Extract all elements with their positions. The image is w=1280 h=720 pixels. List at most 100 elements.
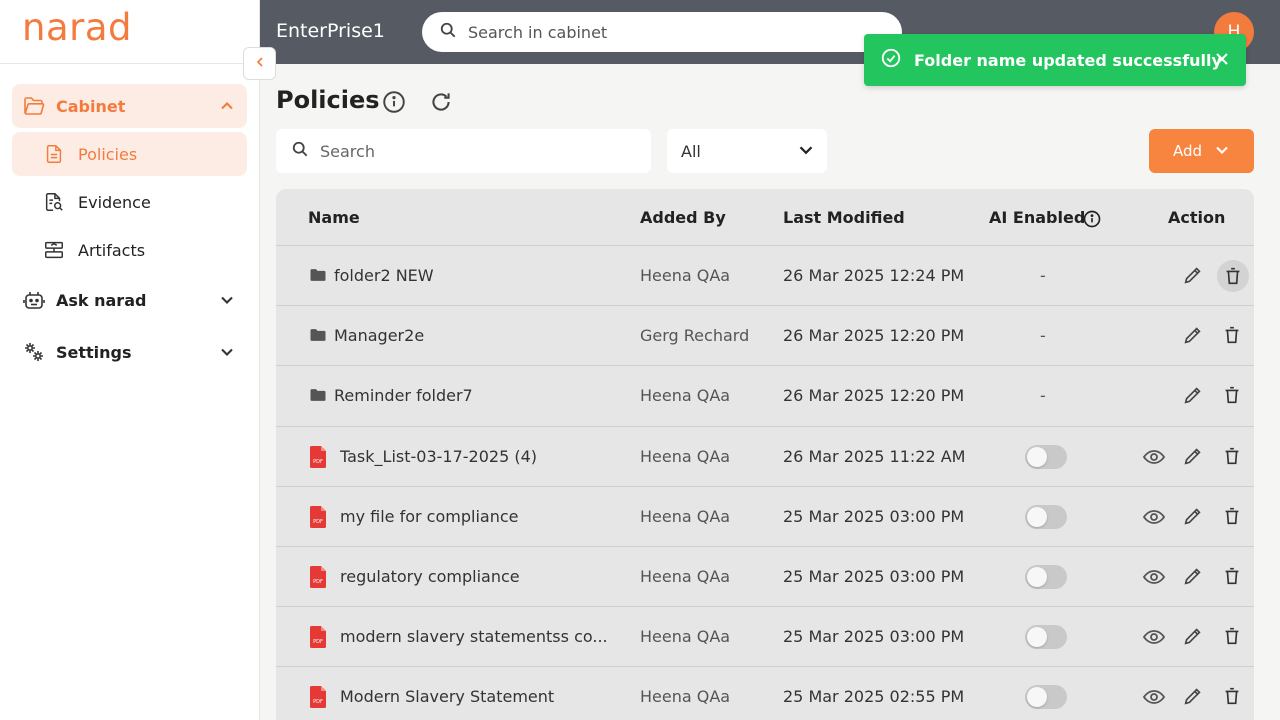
edit-icon[interactable] [1182, 324, 1204, 350]
sidebar-item-label: Ask narad [56, 290, 147, 310]
sidebar-item-cabinet[interactable]: Cabinet [12, 84, 247, 128]
policies-table: Name Added By Last Modified AI Enabled A… [276, 189, 1254, 720]
ai-enabled-toggle[interactable] [1025, 444, 1067, 469]
edit-icon[interactable] [1182, 565, 1204, 591]
row-ai-enabled: - [1040, 326, 1046, 346]
select-value: All [681, 141, 701, 161]
row-name[interactable]: Task_List-03-17-2025 (4) [340, 447, 537, 466]
header-name[interactable]: Name [308, 208, 360, 227]
delete-icon[interactable] [1221, 685, 1243, 711]
row-name[interactable]: my file for compliance [340, 507, 518, 526]
search-icon [438, 20, 458, 44]
row-added-by: Heena QAa [640, 446, 731, 466]
edit-icon[interactable] [1182, 625, 1204, 651]
ai-enabled-toggle[interactable] [1025, 625, 1067, 650]
row-last-modified: 25 Mar 2025 03:00 PM [783, 627, 965, 647]
chevron-down-icon [217, 342, 237, 366]
toast-message: Folder name updated successfully [914, 50, 1222, 70]
policy-search[interactable] [276, 129, 651, 173]
cabinet-search-input[interactable] [468, 22, 868, 42]
table-row[interactable]: PDF regulatory compliance Heena QAa 25 Mar … [276, 547, 1254, 608]
row-added-by: Heena QAa [640, 566, 731, 586]
svg-text:PDF: PDF [313, 699, 323, 705]
row-ai-enabled: - [1040, 386, 1046, 406]
row-name[interactable]: regulatory compliance [340, 567, 520, 586]
ai-enabled-toggle[interactable] [1025, 504, 1067, 529]
row-added-by: Heena QAa [640, 266, 731, 285]
svg-text:PDF: PDF [313, 459, 323, 465]
artifacts-icon [42, 238, 66, 262]
delete-icon[interactable] [1221, 565, 1243, 591]
logo[interactable]: narad [22, 8, 259, 48]
sidebar-item-label: Artifacts [78, 240, 146, 260]
info-icon[interactable] [381, 89, 407, 119]
collapse-sidebar-button[interactable] [243, 47, 276, 80]
row-last-modified: 26 Mar 2025 11:22 AM [783, 446, 966, 466]
delete-icon[interactable] [1221, 625, 1243, 651]
edit-icon[interactable] [1182, 264, 1204, 290]
sidebar-item-label: Evidence [78, 192, 151, 212]
info-icon[interactable] [1082, 209, 1102, 233]
view-icon[interactable] [1142, 505, 1166, 533]
view-icon[interactable] [1142, 565, 1166, 593]
check-circle-icon [880, 47, 902, 73]
delete-icon[interactable] [1221, 384, 1243, 410]
row-name[interactable]: modern slavery statementss co... [340, 627, 608, 646]
sidebar-item-policies[interactable]: Policies [12, 132, 247, 176]
table-row[interactable]: folder2 NEW Heena QAa 26 Mar 2025 12:24 PM… [276, 246, 1254, 307]
pdf-icon: PDF [308, 505, 328, 533]
edit-icon[interactable] [1182, 685, 1204, 711]
refresh-icon[interactable] [428, 89, 454, 119]
sidebar-item-ask-narad[interactable]: Ask narad [12, 278, 247, 322]
pdf-icon: PDF [308, 685, 328, 713]
header-action: Action [1168, 208, 1226, 227]
row-added-by: Heena QAa [640, 506, 731, 526]
row-last-modified: 26 Mar 2025 12:20 PM [783, 386, 965, 406]
policy-search-input[interactable] [320, 141, 620, 161]
ai-enabled-toggle[interactable] [1025, 564, 1067, 589]
table-header: Name Added By Last Modified AI Enabled A… [276, 189, 1254, 246]
cabinet-search[interactable] [422, 12, 902, 52]
delete-icon[interactable] [1217, 260, 1249, 292]
table-row[interactable]: Reminder folder7 Heena QAa 26 Mar 2025 12:… [276, 366, 1254, 427]
chevron-down-icon [795, 139, 817, 165]
table-row[interactable]: PDF Task_List-03-17-2025 (4) Heena QAa 26 M… [276, 427, 1254, 487]
view-icon[interactable] [1142, 445, 1166, 473]
pdf-icon: PDF [308, 565, 328, 593]
add-button[interactable]: Add [1149, 129, 1254, 173]
sidebar: narad Cabinet Policies Evidence Artifact… [0, 0, 260, 720]
chevron-down-icon [1212, 140, 1232, 164]
row-last-modified: 25 Mar 2025 03:00 PM [783, 566, 965, 586]
table-row[interactable]: PDF Modern Slavery Statement Heena QAa 25 M… [276, 667, 1254, 720]
table-body: folder2 NEW Heena QAa 26 Mar 2025 12:24 PM… [276, 246, 1254, 720]
row-name[interactable]: Reminder folder7 [334, 386, 473, 405]
table-row[interactable]: PDF my file for compliance Heena QAa 25 Mar… [276, 487, 1254, 547]
row-added-by: Heena QAa [640, 687, 731, 707]
edit-icon[interactable] [1182, 505, 1204, 531]
ai-enabled-toggle[interactable] [1025, 685, 1067, 710]
view-icon[interactable] [1142, 685, 1166, 713]
delete-icon[interactable] [1221, 324, 1243, 350]
table-row[interactable]: Manager2e Gerg Rechard 26 Mar 2025 12:20 P… [276, 306, 1254, 367]
edit-icon[interactable] [1182, 445, 1204, 471]
sidebar-item-settings[interactable]: Settings [12, 330, 247, 374]
row-name[interactable]: folder2 NEW [334, 266, 434, 285]
type-filter-select[interactable]: All [667, 129, 827, 173]
sidebar-item-artifacts[interactable]: Artifacts [12, 228, 247, 272]
table-row[interactable]: PDF modern slavery statementss co... Heena… [276, 607, 1254, 668]
logo-area: narad [0, 0, 259, 64]
row-name[interactable]: Modern Slavery Statement [340, 687, 554, 706]
header-added-by[interactable]: Added By [640, 208, 726, 227]
row-added-by: Gerg Rechard [640, 326, 750, 346]
header-last-modified[interactable]: Last Modified [783, 208, 905, 227]
view-icon[interactable] [1142, 625, 1166, 653]
folder-icon [308, 325, 328, 349]
close-icon[interactable] [1212, 49, 1232, 73]
delete-icon[interactable] [1221, 445, 1243, 471]
org-name[interactable]: EnterPrise1 [276, 20, 385, 42]
delete-icon[interactable] [1221, 505, 1243, 531]
folder-open-icon [22, 94, 46, 118]
edit-icon[interactable] [1182, 384, 1204, 410]
sidebar-item-evidence[interactable]: Evidence [12, 180, 247, 224]
row-name[interactable]: Manager2e [334, 326, 424, 345]
